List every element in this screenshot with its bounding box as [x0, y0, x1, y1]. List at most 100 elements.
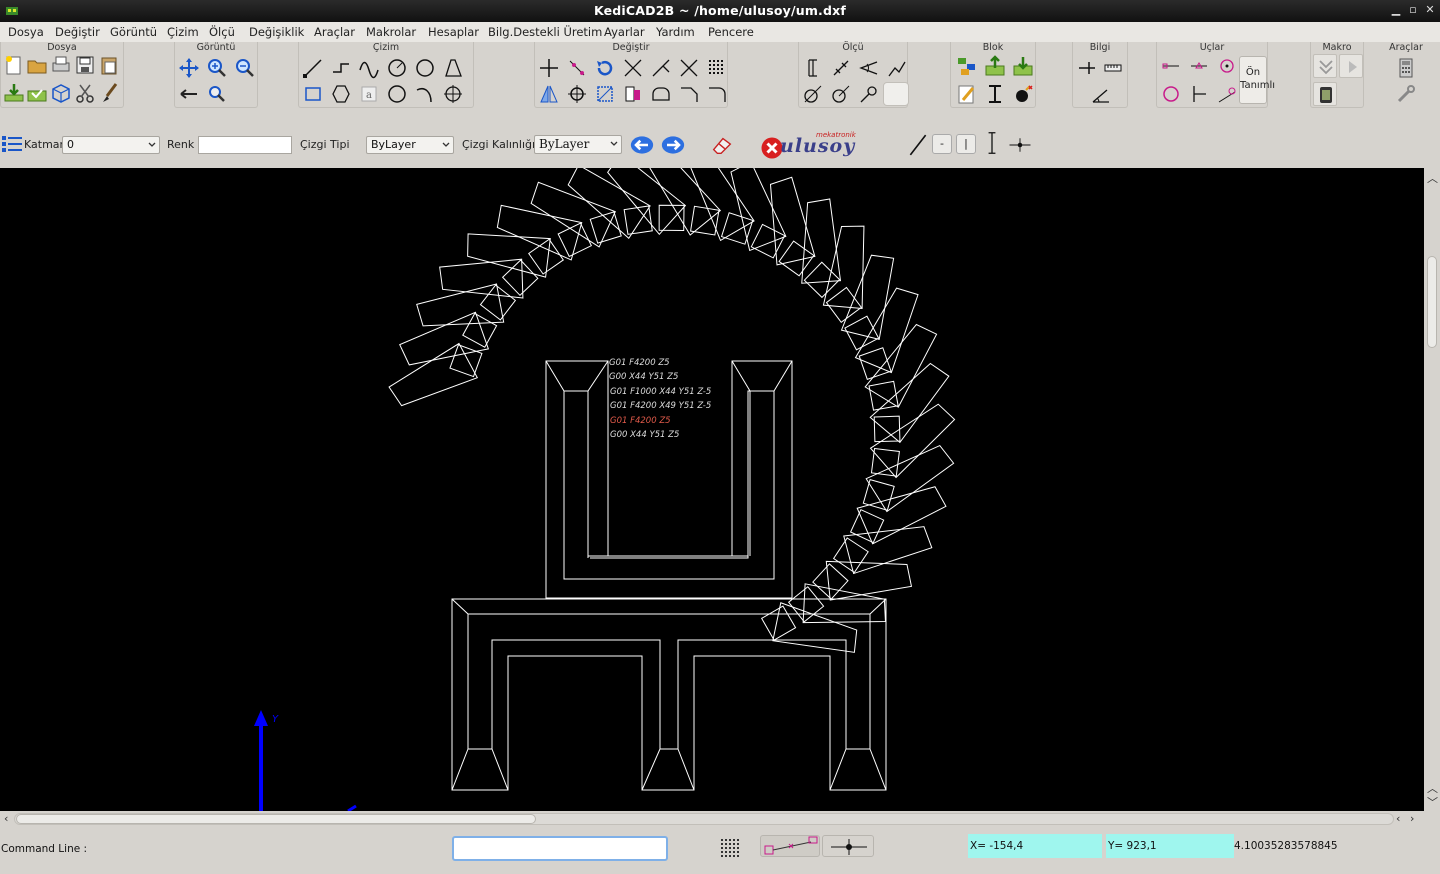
- cizgi-kalinligi-select[interactable]: ByLayer: [534, 135, 622, 154]
- back-arrow-icon[interactable]: [630, 133, 658, 155]
- arc-icon[interactable]: [441, 56, 465, 80]
- snap-midpoint-icon[interactable]: [1187, 54, 1211, 78]
- scale-icon[interactable]: [593, 82, 617, 106]
- menu-cizim[interactable]: Çizim: [167, 25, 199, 39]
- brush-icon[interactable]: [97, 81, 121, 105]
- menu-araclar[interactable]: Araçlar: [314, 25, 355, 39]
- block-insert-icon[interactable]: [983, 82, 1007, 106]
- grid-toggle-icon[interactable]: [718, 836, 742, 860]
- forward-arrow-icon[interactable]: [661, 133, 689, 155]
- maximize-icon[interactable]: ▫: [1405, 2, 1421, 18]
- snap-endpoint-icon[interactable]: [1159, 54, 1183, 78]
- info-point-icon[interactable]: [1075, 56, 1099, 80]
- snap-mode-button[interactable]: [760, 835, 820, 857]
- cut-icon[interactable]: [73, 81, 97, 105]
- circle-icon[interactable]: [413, 56, 437, 80]
- center-snap-icon[interactable]: [565, 82, 589, 106]
- dimension-linear-icon[interactable]: [801, 56, 825, 80]
- menu-goruntu[interactable]: Görüntü: [110, 25, 157, 39]
- menu-bilg-destekli-uretim[interactable]: Bilg.Destekli Üretim: [488, 25, 602, 39]
- zoom-previous-icon[interactable]: [177, 82, 201, 106]
- line-icon[interactable]: [301, 56, 325, 80]
- menu-makrolar[interactable]: Makrolar: [366, 25, 416, 39]
- close-icon[interactable]: ✕: [1422, 2, 1438, 18]
- scroll-up-icon[interactable]: ︿: [1427, 170, 1438, 186]
- drawing-canvas[interactable]: Y G01 F4200 Z5 G00 X44 Y51 Z5 G01 F1000 X4…: [0, 168, 1424, 811]
- info-distance-icon[interactable]: [1101, 56, 1125, 80]
- new-file-icon[interactable]: [2, 53, 26, 77]
- save-icon[interactable]: [73, 53, 97, 77]
- scroll-right-icon[interactable]: ›: [1410, 812, 1414, 825]
- block-import-icon[interactable]: [1011, 54, 1035, 78]
- menu-dosya[interactable]: Dosya: [8, 25, 44, 39]
- block-edit-icon[interactable]: [955, 82, 979, 106]
- menu-olcu[interactable]: Ölçü: [209, 25, 235, 39]
- bar-button[interactable]: |: [956, 134, 976, 154]
- snap-tangent-icon[interactable]: [1215, 82, 1239, 106]
- import-icon[interactable]: [2, 81, 26, 105]
- chamfer-icon[interactable]: [677, 82, 701, 106]
- tools-wrench-icon[interactable]: [1394, 82, 1418, 106]
- round-corner-icon[interactable]: [705, 82, 729, 106]
- fillet-icon[interactable]: [649, 82, 673, 106]
- menu-degistir[interactable]: Değiştir: [55, 25, 100, 39]
- dimension-aligned-icon[interactable]: [829, 56, 853, 80]
- text-icon[interactable]: a: [357, 82, 381, 106]
- polyline-icon[interactable]: [329, 56, 353, 80]
- menu-hesaplar[interactable]: Hesaplar: [428, 25, 479, 39]
- arc-3point-icon[interactable]: [413, 82, 437, 106]
- katman-select[interactable]: 0: [62, 136, 160, 154]
- eraser-icon[interactable]: [710, 133, 736, 155]
- break-icon[interactable]: [677, 56, 701, 80]
- menu-degisiklik[interactable]: Değişiklik: [249, 25, 304, 39]
- rectangle-icon[interactable]: [301, 82, 325, 106]
- cizgi-tipi-select[interactable]: ByLayer: [366, 136, 454, 154]
- pan-icon[interactable]: [177, 56, 201, 80]
- scroll-down-icon[interactable]: ﹀: [1427, 794, 1438, 810]
- calculator-icon[interactable]: [1394, 56, 1418, 80]
- snap-perpendicular-icon[interactable]: [1187, 82, 1211, 106]
- vertical-dimension-icon[interactable]: [980, 131, 1000, 159]
- extend-icon[interactable]: [649, 56, 673, 80]
- ortho-line-icon[interactable]: [906, 133, 928, 156]
- vertical-scrollbar[interactable]: ︿ ︿ ﹀: [1424, 168, 1440, 811]
- snap-quadrant-icon[interactable]: [1159, 82, 1183, 106]
- dimension-diameter-icon[interactable]: [801, 82, 825, 106]
- macro-record-icon[interactable]: [1313, 54, 1337, 78]
- zoom-out-icon[interactable]: [233, 56, 257, 80]
- copy-move-icon[interactable]: [565, 56, 589, 80]
- zoom-window-icon[interactable]: [205, 82, 229, 106]
- minimize-icon[interactable]: ▁: [1388, 2, 1404, 18]
- menu-pencere[interactable]: Pencere: [708, 25, 754, 39]
- circle-center-icon[interactable]: [385, 56, 409, 80]
- paste-icon[interactable]: [97, 53, 121, 77]
- dimension-radius-icon[interactable]: [829, 82, 853, 106]
- scroll-left-small-icon[interactable]: ‹: [1396, 812, 1400, 825]
- renk-input[interactable]: [198, 136, 292, 154]
- horizontal-scrollbar[interactable]: ‹ ‹ ›: [0, 811, 1424, 827]
- dimension-style-button[interactable]: [883, 82, 909, 106]
- cursor-crosshair-icon[interactable]: [1008, 133, 1040, 155]
- trim-icon[interactable]: [621, 56, 645, 80]
- dimension-leader-icon[interactable]: [885, 56, 909, 80]
- polygon-icon[interactable]: [329, 82, 353, 106]
- info-angle-icon[interactable]: [1089, 82, 1113, 106]
- menu-yardim[interactable]: Yardım: [656, 25, 695, 39]
- hatch-icon[interactable]: [705, 56, 729, 80]
- vertical-scroll-thumb[interactable]: [1427, 256, 1437, 348]
- spline-icon[interactable]: [357, 56, 381, 80]
- command-line-input[interactable]: [452, 836, 668, 861]
- menu-ayarlar[interactable]: Ayarlar: [604, 25, 645, 39]
- mirror-icon[interactable]: [537, 82, 561, 106]
- snap-center-icon[interactable]: [1215, 54, 1239, 78]
- cancel-icon[interactable]: [760, 136, 783, 159]
- zoom-in-icon[interactable]: [205, 56, 229, 80]
- block-explode-icon[interactable]: [1011, 82, 1035, 106]
- crosshair-toggle-button[interactable]: [822, 835, 874, 857]
- export-icon[interactable]: [25, 81, 49, 105]
- dimension-angle-icon[interactable]: [857, 56, 881, 80]
- 3d-box-icon[interactable]: [49, 81, 73, 105]
- crosshair-circle-icon[interactable]: [441, 82, 465, 106]
- rotate-icon[interactable]: [593, 56, 617, 80]
- move-icon[interactable]: [537, 56, 561, 80]
